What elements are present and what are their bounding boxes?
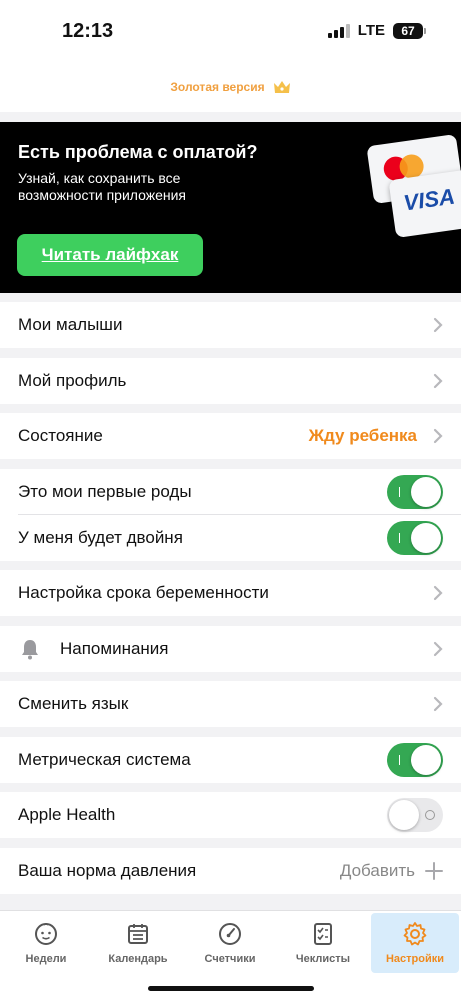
calendar-icon xyxy=(128,924,148,944)
chevron-right-icon xyxy=(433,428,443,444)
metric-system-row: Метрическая система xyxy=(0,737,461,783)
add-pressure-label: Добавить xyxy=(339,861,415,880)
baby-face-icon xyxy=(35,922,57,945)
state-label: Состояние xyxy=(18,426,103,445)
tab-label: Недели xyxy=(25,953,67,965)
apple-health-toggle[interactable] xyxy=(387,798,443,832)
status-indicators: LTE 67 xyxy=(327,22,426,39)
chevron-right-icon xyxy=(433,317,443,333)
tab-label: Календарь xyxy=(108,953,168,965)
tab-weeks[interactable]: Недели xyxy=(10,913,82,973)
chevron-right-icon xyxy=(433,373,443,389)
bell-icon xyxy=(22,640,38,660)
twins-label: У меня будет двойня xyxy=(18,528,183,547)
twins-row: У меня будет двойня xyxy=(0,515,461,561)
pregnancy-term-label: Настройка срока беременности xyxy=(18,583,269,602)
gold-version-header[interactable]: Золотая версия xyxy=(0,62,461,112)
pressure-norm-label: Ваша норма давления xyxy=(18,861,197,880)
tab-label: Счетчики xyxy=(204,953,256,965)
payment-promo-banner: Есть проблема с оплатой? Узнай, как сохр… xyxy=(0,122,461,293)
tab-label: Чеклисты xyxy=(295,953,351,965)
tab-calendar[interactable]: Календарь xyxy=(100,913,176,973)
metric-system-label: Метрическая система xyxy=(18,750,191,769)
tab-label: Настройки xyxy=(385,953,445,965)
tab-counters[interactable]: Счетчики xyxy=(192,913,268,973)
my-profile-row[interactable]: Мой профиль xyxy=(0,358,461,404)
reminders-label: Напоминания xyxy=(60,639,169,658)
checklist-icon xyxy=(314,923,332,945)
pressure-norm-row[interactable]: Ваша норма давления Добавить xyxy=(0,848,461,894)
promo-text: Узнай, как сохранить все возможности при… xyxy=(18,170,187,203)
crown-icon xyxy=(273,81,290,93)
apple-health-row: Apple Health xyxy=(0,792,461,838)
tab-settings[interactable]: Настройки xyxy=(371,913,459,973)
home-indicator xyxy=(148,986,314,991)
counter-icon xyxy=(219,923,241,945)
visa-logo: VISA xyxy=(401,183,457,216)
metric-system-toggle[interactable] xyxy=(387,743,443,777)
visa-card-image: VISA xyxy=(388,168,461,238)
apple-health-label: Apple Health xyxy=(18,805,116,824)
chevron-right-icon xyxy=(433,641,443,657)
my-babies-label: Мои малыши xyxy=(18,315,123,334)
read-lifehack-button[interactable]: Читать лайфхак xyxy=(17,234,203,276)
battery-level: 67 xyxy=(401,23,415,38)
state-value: Жду ребенка xyxy=(308,426,417,445)
battery-icon: 67 xyxy=(393,22,426,39)
signal-icon xyxy=(327,23,350,38)
tab-checklists[interactable]: Чеклисты xyxy=(284,913,362,973)
twins-toggle[interactable] xyxy=(387,521,443,555)
state-row[interactable]: Состояние Жду ребенка xyxy=(0,413,461,459)
reminders-row[interactable]: Напоминания xyxy=(0,626,461,672)
first-birth-label: Это мои первые роды xyxy=(18,482,192,501)
first-birth-toggle[interactable] xyxy=(387,475,443,509)
gold-version-label: Золотая версия xyxy=(170,80,265,94)
plus-icon xyxy=(425,862,443,880)
gear-icon xyxy=(403,922,427,946)
first-birth-row: Это мои первые роды xyxy=(0,469,461,515)
promo-title: Есть проблема с оплатой? xyxy=(18,142,258,162)
status-time: 12:13 xyxy=(62,20,114,42)
chevron-right-icon xyxy=(433,585,443,601)
my-profile-label: Мой профиль xyxy=(18,371,127,390)
network-label: LTE xyxy=(357,22,385,39)
pregnancy-term-row[interactable]: Настройка срока беременности xyxy=(0,570,461,616)
change-language-label: Сменить язык xyxy=(18,694,129,713)
change-language-row[interactable]: Сменить язык xyxy=(0,681,461,727)
chevron-right-icon xyxy=(433,696,443,712)
my-babies-row[interactable]: Мои малыши xyxy=(0,302,461,348)
status-bar: 12:13 LTE 67 xyxy=(0,0,461,62)
